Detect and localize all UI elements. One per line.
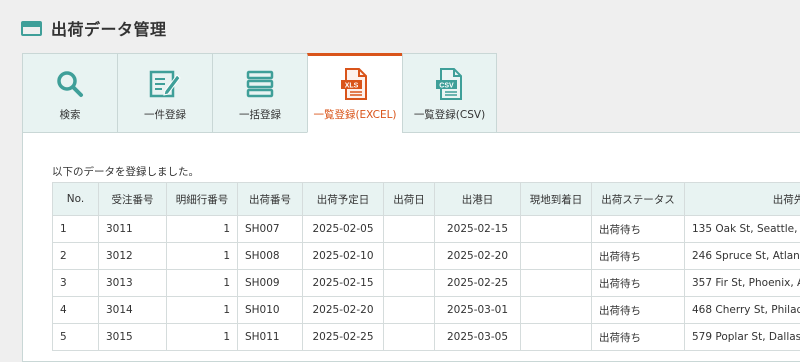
results-table-container[interactable]: No. 受注番号 明細行番号 出荷番号 出荷予定日 出荷日 出港日 現地到着日 …	[52, 182, 800, 351]
table-row: 1 3011 1 SH007 2025-02-05 2025-02-15 出荷待…	[53, 216, 800, 243]
table-cell: SH009	[238, 270, 303, 297]
table-cell: SH007	[238, 216, 303, 243]
table-cell: 2025-02-25	[303, 324, 384, 351]
table-cell: 3014	[99, 297, 167, 324]
table-cell: 2025-02-15	[303, 270, 384, 297]
column-header[interactable]: 受注番号	[99, 183, 167, 216]
table-row: 4 3014 1 SH010 2025-02-20 2025-03-01 出荷待…	[53, 297, 800, 324]
edit-form-icon	[149, 68, 181, 100]
table-cell	[521, 243, 592, 270]
column-header[interactable]: 現地到着日	[521, 183, 592, 216]
tab-search[interactable]: 検索	[22, 53, 117, 133]
window-icon	[21, 21, 42, 36]
tab-bar: 検索 一件登録 一括登録	[22, 53, 497, 133]
tab-list-register-excel[interactable]: XLS 一覧登録(EXCEL)	[307, 53, 402, 133]
table-cell: 2025-02-10	[303, 243, 384, 270]
table-cell	[384, 297, 435, 324]
tab-bulk-register[interactable]: 一括登録	[212, 53, 307, 133]
column-header[interactable]: 出荷予定日	[303, 183, 384, 216]
table-cell: 出荷待ち	[592, 270, 685, 297]
table-header-row: No. 受注番号 明細行番号 出荷番号 出荷予定日 出荷日 出港日 現地到着日 …	[53, 183, 800, 216]
tab-list-register-csv[interactable]: CSV 一覧登録(CSV)	[402, 53, 497, 133]
tab-label: 一括登録	[239, 107, 281, 122]
table-cell	[521, 270, 592, 297]
xls-file-icon: XLS	[340, 68, 370, 100]
table-cell: 2025-03-05	[435, 324, 521, 351]
table-cell: 1	[167, 270, 238, 297]
table-cell: 1	[167, 324, 238, 351]
table-cell: 468 Cherry St, Philadelphia, PA	[685, 297, 800, 324]
table-cell: 3015	[99, 324, 167, 351]
column-header[interactable]: 出荷番号	[238, 183, 303, 216]
table-cell: 5	[53, 324, 99, 351]
table-cell	[384, 270, 435, 297]
table-cell	[521, 216, 592, 243]
table-cell: 3013	[99, 270, 167, 297]
tab-single-register[interactable]: 一件登録	[117, 53, 212, 133]
table-cell	[384, 243, 435, 270]
column-header[interactable]: 明細行番号	[167, 183, 238, 216]
list-icon	[245, 68, 275, 100]
table-cell: 3	[53, 270, 99, 297]
table-cell: 3011	[99, 216, 167, 243]
page-title: 出荷データ管理	[51, 16, 167, 40]
table-cell	[521, 297, 592, 324]
column-header[interactable]: No.	[53, 183, 99, 216]
table-row: 2 3012 1 SH008 2025-02-10 2025-02-20 出荷待…	[53, 243, 800, 270]
column-header[interactable]: 出荷日	[384, 183, 435, 216]
table-cell: 1	[167, 243, 238, 270]
table-cell: 出荷待ち	[592, 243, 685, 270]
table-cell: 2025-02-20	[435, 243, 521, 270]
results-table: No. 受注番号 明細行番号 出荷番号 出荷予定日 出荷日 出港日 現地到着日 …	[52, 182, 800, 351]
tab-label: 検索	[60, 107, 81, 122]
table-cell: 2025-02-05	[303, 216, 384, 243]
table-cell: 1	[167, 216, 238, 243]
table-cell: 出荷待ち	[592, 216, 685, 243]
table-cell: SH008	[238, 243, 303, 270]
page-header: 出荷データ管理	[21, 14, 167, 42]
table-cell: 135 Oak St, Seattle, WA	[685, 216, 800, 243]
table-row: 5 3015 1 SH011 2025-02-25 2025-03-05 出荷待…	[53, 324, 800, 351]
table-cell: 出荷待ち	[592, 324, 685, 351]
table-cell: 2025-02-15	[435, 216, 521, 243]
table-row: 3 3013 1 SH009 2025-02-15 2025-02-25 出荷待…	[53, 270, 800, 297]
table-cell: 357 Fir St, Phoenix, AZ	[685, 270, 800, 297]
csv-file-icon: CSV	[435, 68, 465, 100]
table-cell	[384, 216, 435, 243]
column-header[interactable]: 出荷ステータス	[592, 183, 685, 216]
table-cell	[521, 324, 592, 351]
tab-label: 一件登録	[144, 107, 186, 122]
table-cell: 2025-02-25	[435, 270, 521, 297]
table-cell: 出荷待ち	[592, 297, 685, 324]
column-header[interactable]: 出荷先	[685, 183, 800, 216]
search-icon	[55, 68, 85, 100]
table-cell: 579 Poplar St, Dallas, TX	[685, 324, 800, 351]
xls-icon-text: XLS	[345, 82, 359, 89]
table-cell: 246 Spruce St, Atlanta, GA	[685, 243, 800, 270]
tab-label: 一覧登録(CSV)	[414, 107, 485, 122]
table-cell: 3012	[99, 243, 167, 270]
column-header[interactable]: 出港日	[435, 183, 521, 216]
table-cell: 2	[53, 243, 99, 270]
table-cell: SH010	[238, 297, 303, 324]
table-cell: 1	[167, 297, 238, 324]
csv-icon-text: CSV	[439, 82, 454, 89]
table-cell: 2025-02-20	[303, 297, 384, 324]
result-message: 以下のデータを登録しました。	[52, 164, 199, 179]
tab-label: 一覧登録(EXCEL)	[313, 107, 396, 122]
table-cell: 4	[53, 297, 99, 324]
table-cell: SH011	[238, 324, 303, 351]
table-cell: 2025-03-01	[435, 297, 521, 324]
table-cell	[384, 324, 435, 351]
table-cell: 1	[53, 216, 99, 243]
